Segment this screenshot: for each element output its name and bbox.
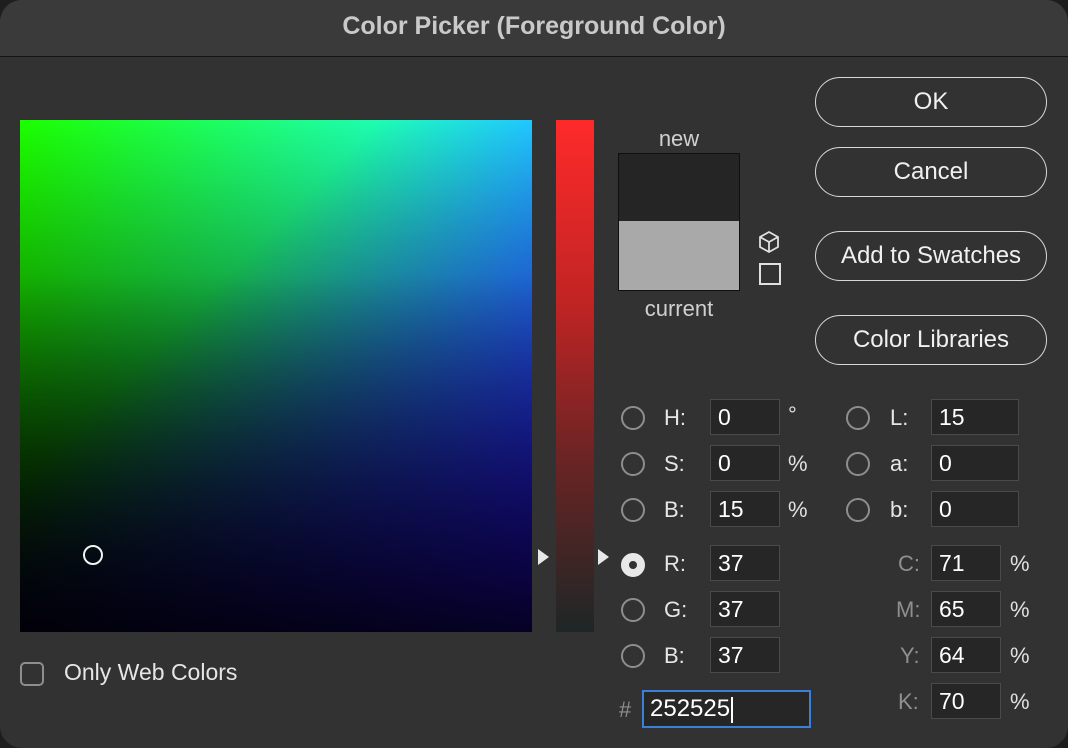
k-unit: % [1010,689,1030,714]
m-label: M: [896,597,921,622]
hex-prefix: # [619,697,632,722]
r-radio[interactable] [621,553,645,577]
b-radio[interactable] [621,498,645,522]
h-input[interactable]: 0 [710,399,780,435]
current-label: current [644,296,714,321]
dialog-title: Color Picker (Foreground Color) [342,12,726,40]
r-label: R: [664,551,686,576]
c-input[interactable]: 71 [931,545,1001,581]
s-radio[interactable] [621,452,645,476]
s-label: S: [664,451,685,476]
lab-b-label: b: [890,497,909,522]
lab-b-input[interactable]: 0 [931,491,1019,527]
cube-icon[interactable] [757,230,781,254]
hex-input[interactable]: 252525 [642,690,811,728]
h-label: H: [664,405,686,430]
l-label: L: [890,405,909,430]
cancel-button[interactable]: Cancel [815,147,1047,197]
rgb-b-radio[interactable] [621,644,645,668]
y-label: Y: [900,643,920,668]
rgb-b-label: B: [664,643,685,668]
k-label: K: [898,689,919,714]
y-unit: % [1010,643,1030,668]
ok-button[interactable]: OK [815,77,1047,127]
a-label: a: [890,451,909,476]
l-radio[interactable] [846,406,870,430]
b-unit: % [788,497,808,522]
g-radio[interactable] [621,598,645,622]
slider-handle-right[interactable] [598,549,609,565]
k-input[interactable]: 70 [931,683,1001,719]
r-input[interactable]: 37 [710,545,780,581]
current-color-swatch[interactable] [618,221,740,291]
color-picker-dialog: Color Picker (Foreground Color) new curr… [0,0,1068,748]
only-web-colors-checkbox[interactable] [20,662,44,686]
y-input[interactable]: 64 [931,637,1001,673]
h-unit: ° [788,402,797,427]
h-radio[interactable] [621,406,645,430]
g-label: G: [664,597,688,622]
only-web-colors-label[interactable]: Only Web Colors [64,659,237,686]
new-label: new [658,126,700,151]
color-field-cursor[interactable] [83,545,103,565]
text-caret [731,696,734,723]
rgb-b-input[interactable]: 37 [710,637,780,673]
hex-value: 252525 [650,695,731,722]
m-unit: % [1010,597,1030,622]
hue-slider[interactable] [556,120,594,632]
title-bar[interactable]: Color Picker (Foreground Color) [0,0,1068,57]
color-libraries-button[interactable]: Color Libraries [815,315,1047,365]
lab-b-radio[interactable] [846,498,870,522]
g-input[interactable]: 37 [710,591,780,627]
a-input[interactable]: 0 [931,445,1019,481]
s-input[interactable]: 0 [710,445,780,481]
b-label: B: [664,497,685,522]
slider-handle-left[interactable] [538,549,549,565]
m-input[interactable]: 65 [931,591,1001,627]
new-color-swatch [618,153,740,221]
c-unit: % [1010,551,1030,576]
l-input[interactable]: 15 [931,399,1019,435]
s-unit: % [788,451,808,476]
square-icon[interactable] [759,263,781,285]
c-label: C: [898,551,920,576]
b-input[interactable]: 15 [710,491,780,527]
a-radio[interactable] [846,452,870,476]
add-to-swatches-button[interactable]: Add to Swatches [815,231,1047,281]
